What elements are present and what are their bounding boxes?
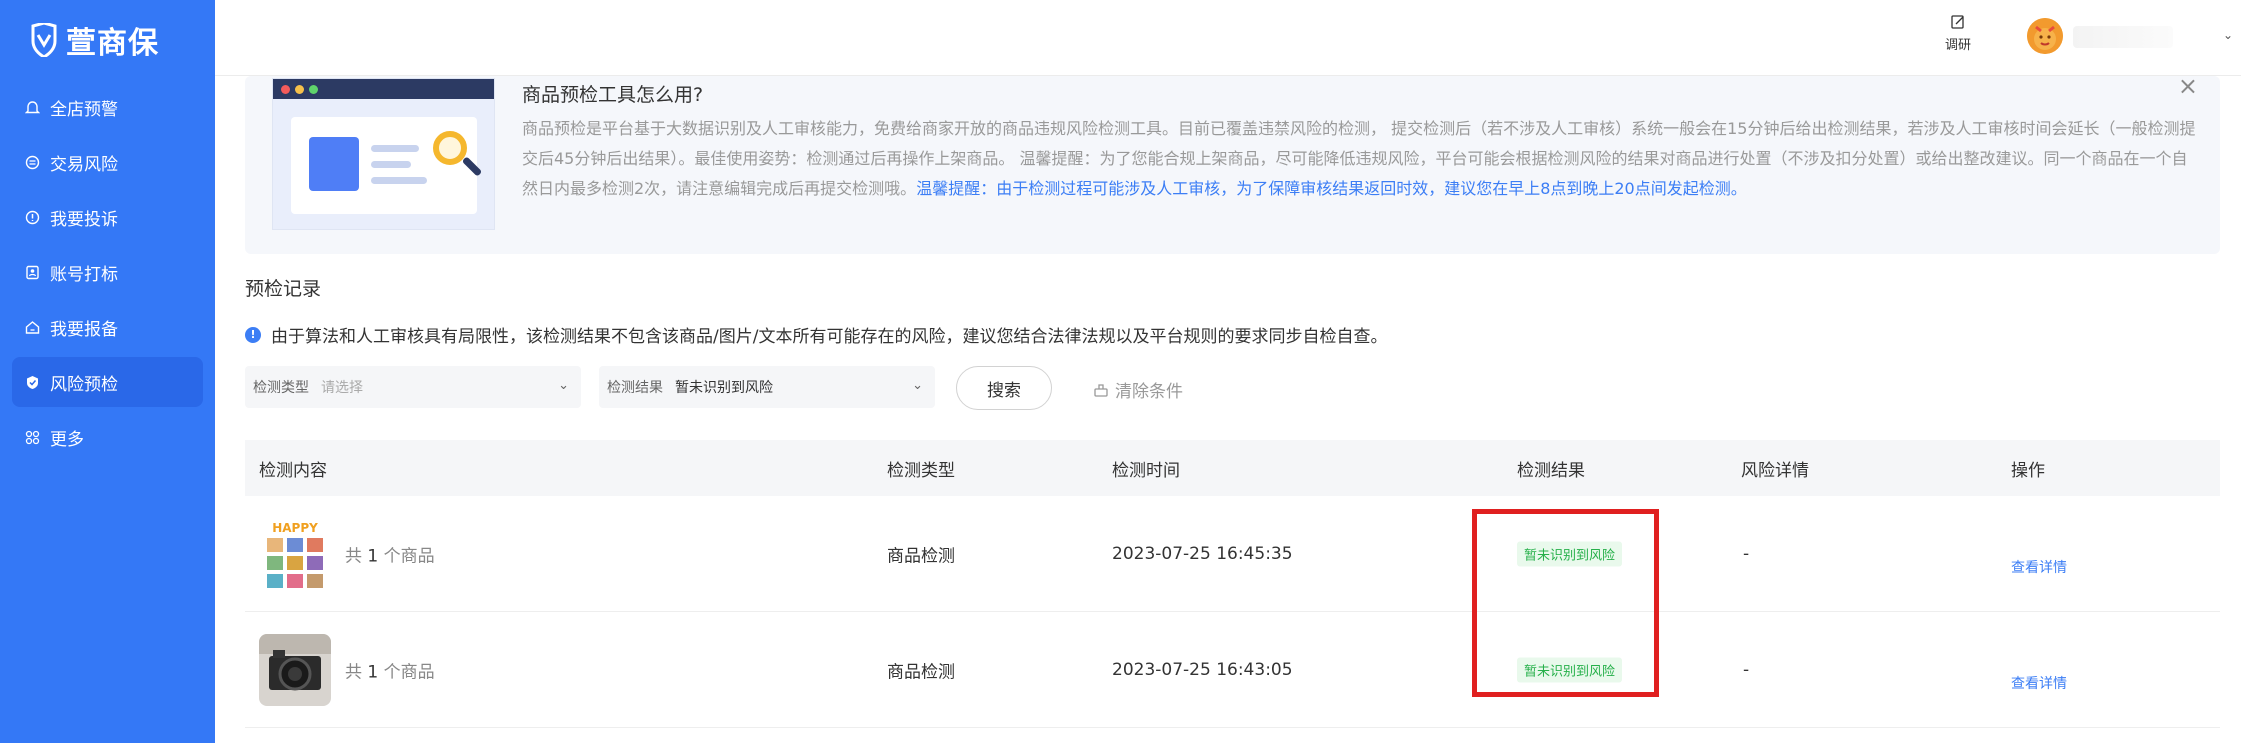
clear-icon [1094,383,1108,397]
sidebar-item-label: 我要投诉 [50,209,118,230]
table-row: 共 1 个商品 商品检测 2023-07-25 16:43:05 暂未识别到风险… [245,612,2220,728]
logo[interactable]: 萱商保 [30,18,159,62]
product-thumbnail[interactable] [259,633,331,706]
precheck-illustration [272,78,495,230]
sidebar-item-store-warning[interactable]: 全店预警 [12,82,203,132]
chevron-down-icon[interactable]: ⌄ [2223,28,2233,42]
svg-text:HAPPY: HAPPY [272,521,318,535]
column-header: 检测内容 [259,460,327,481]
search-button[interactable]: 搜索 [956,366,1052,410]
filter-label: 检测类型 [253,380,309,396]
avatar-face-icon [2027,18,2063,54]
grid-icon [24,429,40,445]
clear-conditions-button[interactable]: 清除条件 [1093,377,1183,402]
tip-title: 商品预检工具怎么用? [522,84,704,106]
detection-result-select[interactable]: 检测结果 暂未识别到风险 ⌄ [599,366,935,408]
close-icon[interactable]: × [2178,72,2198,100]
filter-value: 暂未识别到风险 [675,380,773,396]
product-thumbnail[interactable]: HAPPY [259,517,331,590]
sidebar-item-label: 全店预警 [50,99,118,120]
column-header: 操作 [2011,460,2045,481]
count-value: 1 [367,662,379,682]
happy-collage-image: HAPPY [259,517,331,590]
sidebar-item-label: 我要报备 [50,319,118,340]
detection-type: 商品检测 [887,662,955,682]
status-badge: 暂未识别到风险 [1517,657,1623,682]
bell-icon [24,99,40,115]
sidebar-item-more[interactable]: 更多 [12,412,203,462]
sidebar-nav: 全店预警 交易风险 我要投诉 账号打标 我要报备 风险预检 更多 [12,82,203,467]
camera-photo-image [259,633,331,706]
edit-icon [1951,15,1964,29]
filter-label: 检测结果 [607,380,663,396]
product-count: 共 1 个商品 [345,657,435,682]
sidebar-item-risk-precheck[interactable]: 风险预检 [12,357,203,407]
home-icon [24,319,40,335]
column-header: 检测时间 [1112,460,1180,481]
detection-type-select[interactable]: 检测类型 请选择 ⌄ [245,366,581,408]
view-detail-link[interactable]: 查看详情 [2011,673,2067,693]
table-row: HAPPY 共 1 个商品 商品检测 2023-07-25 16:45:35 暂… [245,496,2220,612]
exchange-icon [24,154,40,170]
count-suffix: 个商品 [383,546,435,566]
username-blurred[interactable] [2073,26,2173,48]
sidebar-item-label: 风险预检 [50,374,118,395]
clear-label: 清除条件 [1115,382,1183,402]
detection-time: 2023-07-25 16:45:35 [1112,543,1293,564]
chevron-down-icon: ⌄ [558,378,569,393]
tip-banner: 商品预检工具怎么用? 商品预检是平台基于大数据识别及人工审核能力，免费给商家开放… [245,72,2220,254]
view-detail-link[interactable]: 查看详情 [2011,557,2067,577]
notice: ! 由于算法和人工审核具有局限性，该检测结果不包含该商品/图片/文本所有可能存在… [245,322,1387,347]
section-title: 预检记录 [245,278,322,300]
sidebar-item-trade-risk[interactable]: 交易风险 [12,137,203,187]
info-icon: ! [245,326,261,343]
detection-type: 商品检测 [887,546,955,566]
logo-shield-icon [31,23,57,57]
tag-icon [24,264,40,280]
risk-detail: - [1743,543,1750,564]
chevron-down-icon: ⌄ [912,378,923,393]
avatar[interactable] [2027,18,2063,54]
status-badge: 暂未识别到风险 [1517,541,1623,566]
count-prefix: 共 [345,662,362,682]
product-count: 共 1 个商品 [345,541,435,566]
alert-icon [24,209,40,225]
table-header: 检测内容 检测类型 检测时间 检测结果 风险详情 操作 [245,440,2220,496]
notice-text: 由于算法和人工审核具有局限性，该检测结果不包含该商品/图片/文本所有可能存在的风… [271,327,1388,347]
count-suffix: 个商品 [383,662,435,682]
tip-body: 商品预检是平台基于大数据识别及人工审核能力，免费给商家开放的商品违规风险检测工具… [522,114,2202,204]
sidebar-item-report[interactable]: 我要报备 [12,302,203,352]
logo-text: 萱商保 [66,26,159,61]
column-header: 检测类型 [887,460,955,481]
sidebar-item-label: 更多 [50,429,84,450]
sidebar-item-complaint[interactable]: 我要投诉 [12,192,203,242]
sidebar-item-account-tag[interactable]: 账号打标 [12,247,203,297]
count-value: 1 [367,546,379,566]
sidebar-item-label: 交易风险 [50,154,118,175]
tip-highlight: 温馨提醒：由于检测过程可能涉及人工审核，为了保障审核结果返回时效，建议您在早上8… [916,179,1747,198]
records-table: 检测内容 检测类型 检测时间 检测结果 风险详情 操作 HAPPY 共 1 个商… [245,440,2220,728]
risk-detail: - [1743,659,1750,680]
column-header: 检测结果 [1517,460,1585,481]
survey-label: 调研 [1944,38,1971,53]
top-header: 调研 ⌄ [215,0,2241,76]
detection-time: 2023-07-25 16:43:05 [1112,659,1293,680]
column-header: 风险详情 [1741,460,1809,481]
count-prefix: 共 [345,546,362,566]
sidebar-item-label: 账号打标 [50,264,118,285]
sidebar: 萱商保 全店预警 交易风险 我要投诉 账号打标 我要报备 风险预检 更多 [0,0,215,743]
survey-button[interactable]: 调研 [1933,14,1983,53]
filter-placeholder: 请选择 [321,380,363,396]
shield-icon [24,374,40,390]
